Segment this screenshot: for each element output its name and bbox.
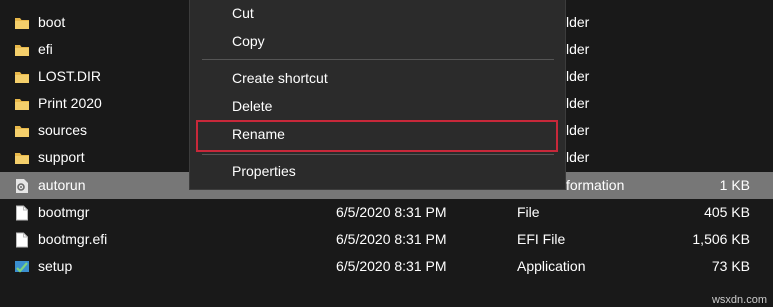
file-name: efi — [38, 41, 53, 57]
file-name: autorun — [38, 177, 86, 193]
file-type: formation — [566, 177, 625, 193]
file-type: Application — [517, 258, 586, 274]
file-type: lder — [566, 68, 590, 84]
menu-item-rename[interactable]: Rename — [232, 126, 285, 142]
context-menu: Cut Copy Create shortcut Delete Rename P… — [189, 0, 566, 190]
menu-item-delete[interactable]: Delete — [232, 98, 272, 114]
folder-icon — [14, 42, 30, 58]
file-size: 1,506 KB — [692, 231, 750, 247]
setup-app-icon — [14, 259, 30, 275]
file-name: boot — [38, 14, 66, 30]
file-size: 73 KB — [711, 258, 750, 274]
file-name: sources — [38, 122, 88, 138]
file-size: 405 KB — [704, 204, 750, 220]
folder-icon — [14, 69, 30, 85]
file-name: bootmgr.efi — [38, 231, 108, 247]
folder-icon — [14, 150, 30, 166]
file-date: 6/5/2020 8:31 PM — [336, 204, 447, 220]
file-row-setup[interactable]: setup 6/5/2020 8:31 PM Application 73 KB — [0, 253, 773, 280]
file-name: LOST.DIR — [38, 68, 102, 84]
menu-item-create-shortcut[interactable]: Create shortcut — [232, 70, 328, 86]
menu-separator — [202, 59, 554, 60]
menu-item-cut[interactable]: Cut — [232, 5, 254, 21]
menu-item-copy[interactable]: Copy — [232, 33, 265, 49]
file-type: File — [517, 204, 540, 220]
folder-icon — [14, 123, 30, 139]
file-size: 1 KB — [719, 177, 750, 193]
menu-item-properties[interactable]: Properties — [232, 163, 296, 179]
settings-file-icon — [14, 178, 30, 194]
file-type: lder — [566, 122, 590, 138]
file-name: bootmgr — [38, 204, 90, 220]
file-date: 6/5/2020 8:31 PM — [336, 231, 447, 247]
file-icon — [14, 232, 30, 248]
file-type: EFI File — [517, 231, 566, 247]
file-name: support — [38, 149, 85, 165]
file-name: setup — [38, 258, 73, 274]
file-icon — [14, 205, 30, 221]
folder-icon — [14, 96, 30, 112]
file-row-bootmgr[interactable]: bootmgr 6/5/2020 8:31 PM File 405 KB — [0, 199, 773, 226]
file-type: lder — [566, 14, 590, 30]
watermark: wsxdn.com — [711, 294, 767, 306]
folder-icon — [14, 15, 30, 31]
file-type: lder — [566, 95, 590, 111]
file-date: 6/5/2020 8:31 PM — [336, 258, 447, 274]
file-type: lder — [566, 41, 590, 57]
file-row-bootmgr-efi[interactable]: bootmgr.efi 6/5/2020 8:31 PM EFI File 1,… — [0, 226, 773, 253]
menu-separator — [202, 154, 554, 155]
file-type: lder — [566, 149, 590, 165]
file-name: Print 2020 — [38, 95, 102, 111]
